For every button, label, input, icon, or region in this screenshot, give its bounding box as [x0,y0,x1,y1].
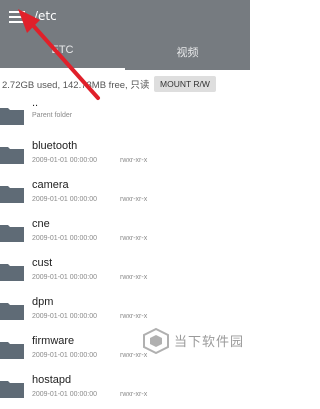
list-item-parent-folder[interactable]: .. Parent folder [0,97,250,136]
folder-icon [0,183,24,203]
file-date: 2009-01-01 00:00:00 [32,313,97,320]
file-date: 2009-01-01 00:00:00 [32,196,97,203]
file-permissions: rwxr-xr-x [120,157,148,164]
watermark: 当下软件园 [141,317,250,363]
file-date: 2009-01-01 00:00:00 [32,274,97,281]
file-name: dpm [32,296,54,308]
file-date: 2009-01-01 00:00:00 [32,391,97,398]
file-name: firmware [32,335,75,347]
file-permissions: rwxr-xr-x [120,235,148,242]
file-permissions: rwxr-xr-x [120,196,148,203]
tab-etc[interactable]: ETC [0,44,125,56]
list-item[interactable]: cne 2009-01-01 00:00:00 rwxr-xr-x [0,214,250,253]
current-path: /etc [34,9,57,23]
list-item[interactable]: camera 2009-01-01 00:00:00 rwxr-xr-x [0,175,250,214]
app-bar: /etc ETC 视频 [0,0,250,70]
file-date: 2009-01-01 00:00:00 [32,352,97,359]
file-name: cust [32,257,53,269]
list-item[interactable]: cust 2009-01-01 00:00:00 rwxr-xr-x [0,253,250,292]
folder-icon [0,144,24,164]
tab-video[interactable]: 视频 [125,44,250,60]
list-item[interactable]: hostapd 2009-01-01 00:00:00 rwxr-xr-x [0,370,250,409]
folder-icon [0,339,24,359]
folder-icon [0,261,24,281]
file-name: bluetooth [32,140,78,152]
file-detail: Parent folder [32,112,73,119]
file-name: hostapd [32,374,72,386]
watermark-logo-icon [141,327,171,355]
list-item[interactable]: bluetooth 2009-01-01 00:00:00 rwxr-xr-x [0,136,250,175]
file-name: camera [32,179,69,191]
file-name: .. [32,97,39,109]
file-permissions: rwxr-xr-x [120,274,148,281]
file-date: 2009-01-01 00:00:00 [32,235,97,242]
storage-info: 2.72GB used, 142.73MB free, 只读 [2,80,150,91]
folder-icon [0,300,24,320]
file-date: 2009-01-01 00:00:00 [32,157,97,164]
folder-icon [0,105,24,125]
menu-icon[interactable] [9,11,25,23]
folder-icon [0,378,24,398]
watermark-text: 当下软件园 [174,334,245,349]
folder-icon [0,222,24,242]
file-permissions: rwxr-xr-x [120,391,148,398]
storage-status-bar: 2.72GB used, 142.73MB free, 只读 MOUNT R/W [0,70,250,97]
mount-rw-button[interactable]: MOUNT R/W [154,76,216,92]
file-name: cne [32,218,50,230]
